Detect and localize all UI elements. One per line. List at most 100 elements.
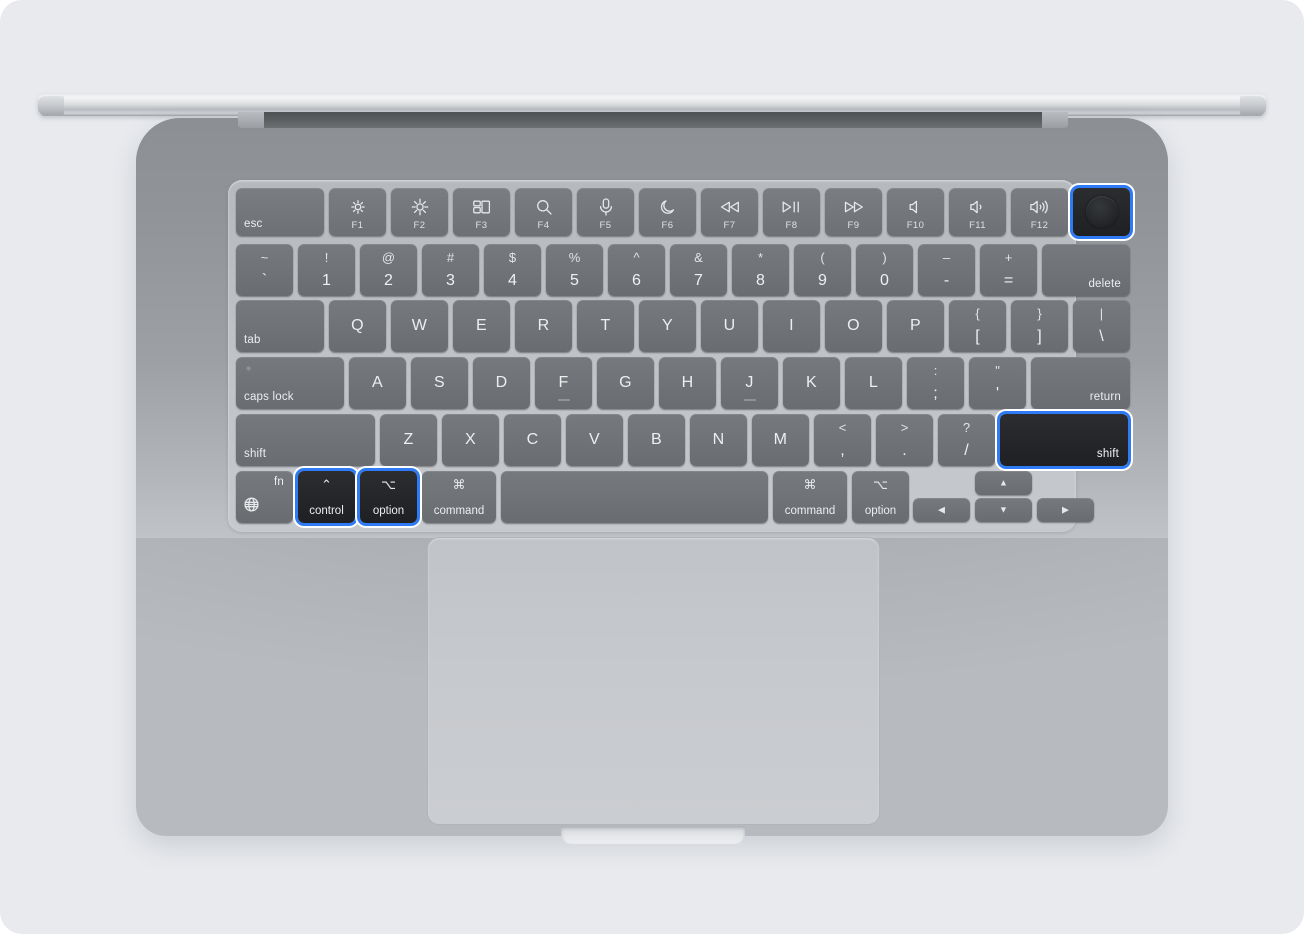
key-semicolon[interactable]: :; <box>907 357 964 409</box>
key-one[interactable]: ! 1 <box>298 244 355 296</box>
key-label-k: K <box>806 374 817 391</box>
key-o[interactable]: O <box>825 300 882 352</box>
key-label-two: 2 <box>384 272 393 289</box>
key-minus[interactable]: – - <box>918 244 975 296</box>
key-f12[interactable]: F12 <box>1011 188 1068 236</box>
key-left-shift[interactable]: shift <box>236 414 375 466</box>
key-eight[interactable]: * 8 <box>732 244 789 296</box>
key-label-nine: 9 <box>818 272 827 289</box>
key-arrow-up[interactable]: ▲ <box>975 471 1032 495</box>
key-arrow-down[interactable]: ▼ <box>975 498 1032 522</box>
key-t[interactable]: T <box>577 300 634 352</box>
key-delete[interactable]: delete <box>1042 244 1130 296</box>
key-e[interactable]: E <box>453 300 510 352</box>
key-zero[interactable]: ) 0 <box>856 244 913 296</box>
key-space[interactable] <box>501 471 768 523</box>
key-n[interactable]: N <box>690 414 747 466</box>
key-nine[interactable]: (9 <box>794 244 851 296</box>
key-f[interactable]: F <box>535 357 592 409</box>
key-f5[interactable]: F5 <box>577 188 634 236</box>
key-f9[interactable]: F9 <box>825 188 882 236</box>
key-period[interactable]: >. <box>876 414 933 466</box>
key-y[interactable]: Y <box>639 300 696 352</box>
key-j[interactable]: J <box>721 357 778 409</box>
key-bracket-right[interactable]: }] <box>1011 300 1068 352</box>
key-s[interactable]: S <box>411 357 468 409</box>
key-p[interactable]: P <box>887 300 944 352</box>
key-v[interactable]: V <box>566 414 623 466</box>
key-grave[interactable]: ~ ` <box>236 244 293 296</box>
do-not-disturb-moon-icon <box>639 197 696 217</box>
key-tab[interactable]: tab <box>236 300 324 352</box>
key-u[interactable]: U <box>701 300 758 352</box>
key-c[interactable]: C <box>504 414 561 466</box>
key-arrow-right[interactable]: ▶ <box>1037 498 1094 522</box>
key-equal[interactable]: + = <box>980 244 1037 296</box>
key-f4[interactable]: F4 <box>515 188 572 236</box>
key-return[interactable]: return <box>1031 357 1130 409</box>
key-shift-label-equal: + <box>1004 250 1013 265</box>
key-glyph-arrow-down: ▼ <box>999 504 1008 515</box>
key-shift-label-comma: < <box>838 420 847 435</box>
key-f6[interactable]: F6 <box>639 188 696 236</box>
key-slash[interactable]: ? / <box>938 414 995 466</box>
mute-icon <box>887 197 944 217</box>
key-option-right[interactable]: ⌥ option <box>852 471 909 523</box>
key-f7[interactable]: F7 <box>701 188 758 236</box>
key-f3[interactable]: F3 <box>453 188 510 236</box>
key-right-shift[interactable]: shift <box>1000 414 1128 466</box>
key-m[interactable]: M <box>752 414 809 466</box>
key-label-esc: esc <box>244 218 263 230</box>
key-k[interactable]: K <box>783 357 840 409</box>
key-command-left[interactable]: ⌘ command <box>422 471 496 523</box>
key-control[interactable]: ⌃ control <box>298 471 355 523</box>
key-f10[interactable]: F10 <box>887 188 944 236</box>
key-esc[interactable]: esc <box>236 188 324 236</box>
key-label-equal: = <box>1003 272 1014 289</box>
key-quote[interactable]: " ' <box>969 357 1026 409</box>
key-touch-id[interactable] <box>1073 188 1130 236</box>
key-shift-label-semicolon: : <box>933 363 938 378</box>
key-five[interactable]: % 5 <box>546 244 603 296</box>
key-arrow-left[interactable]: ◀ <box>913 498 970 522</box>
key-b[interactable]: B <box>628 414 685 466</box>
key-h[interactable]: H <box>659 357 716 409</box>
key-label-g: G <box>619 374 632 391</box>
key-three[interactable]: #3 <box>422 244 479 296</box>
key-d[interactable]: D <box>473 357 530 409</box>
key-w[interactable]: W <box>391 300 448 352</box>
key-four[interactable]: $4 <box>484 244 541 296</box>
key-r[interactable]: R <box>515 300 572 352</box>
fast-forward-icon <box>825 197 882 217</box>
key-label-j: J <box>745 374 754 391</box>
key-f1[interactable]: F1 <box>329 188 386 236</box>
key-q[interactable]: Q <box>329 300 386 352</box>
key-two[interactable]: @2 <box>360 244 417 296</box>
key-i[interactable]: I <box>763 300 820 352</box>
key-command-right[interactable]: ⌘ command <box>773 471 847 523</box>
spotlight-search-icon <box>515 197 572 217</box>
key-f8[interactable]: F8 <box>763 188 820 236</box>
caps-lock-indicator-icon <box>246 366 251 371</box>
key-x[interactable]: X <box>442 414 499 466</box>
key-seven[interactable]: & 7 <box>670 244 727 296</box>
key-a[interactable]: A <box>349 357 406 409</box>
trackpad[interactable] <box>427 537 880 825</box>
key-g[interactable]: G <box>597 357 654 409</box>
key-six[interactable]: ^ 6 <box>608 244 665 296</box>
key-label-option-left: option <box>372 505 405 517</box>
key-f2[interactable]: F2 <box>391 188 448 236</box>
key-label-five: 5 <box>570 272 579 289</box>
key-fn[interactable]: fn <box>236 471 293 523</box>
arrow-vertical-stack: ▲ ▼ <box>975 471 1032 522</box>
key-label-right-shift: shift <box>1096 448 1119 460</box>
key-caps-lock[interactable]: caps lock <box>236 357 344 409</box>
key-backslash[interactable]: | \ <box>1073 300 1130 352</box>
key-bracket-left[interactable]: {[ <box>949 300 1006 352</box>
key-l[interactable]: L <box>845 357 902 409</box>
key-f11[interactable]: F11 <box>949 188 1006 236</box>
key-z[interactable]: Z <box>380 414 437 466</box>
key-option-left[interactable]: ⌥ option <box>360 471 417 523</box>
key-comma[interactable]: <, <box>814 414 871 466</box>
dictation-mic-icon <box>577 197 634 217</box>
